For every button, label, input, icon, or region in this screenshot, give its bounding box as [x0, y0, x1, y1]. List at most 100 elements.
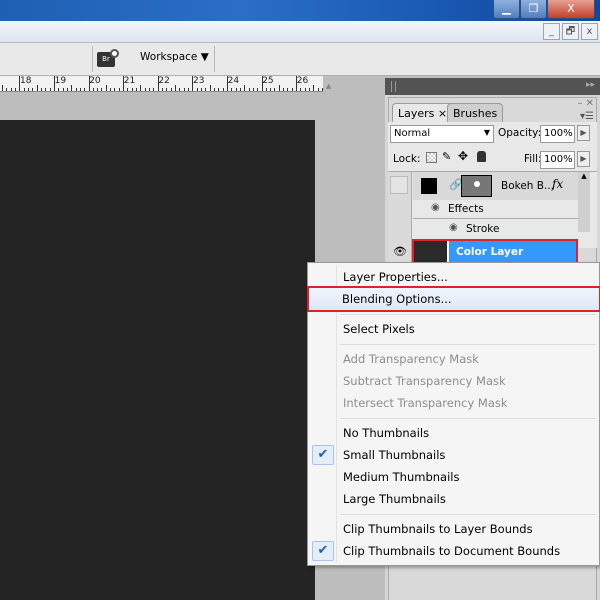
doc-close-button[interactable]: x	[581, 23, 598, 40]
menu-item-intersect-transparency-mask: Intersect Transparency Mask	[343, 396, 508, 410]
doc-restore-button[interactable]: 🗗	[562, 23, 579, 40]
layer-thumbnail	[421, 178, 437, 194]
ruler-tick	[187, 88, 189, 91]
restore-window-button[interactable]: ❐	[520, 0, 547, 19]
close-window-button[interactable]: X	[547, 0, 595, 19]
tab-layers[interactable]: Layers ×	[392, 103, 454, 123]
lock-transparency-icon[interactable]	[426, 152, 437, 163]
doc-minimize-button[interactable]: _	[543, 23, 560, 40]
ruler-tick	[309, 88, 311, 91]
ruler-tick	[274, 88, 276, 91]
menu-separator	[340, 514, 596, 515]
menu-item-select-pixels[interactable]: Select Pixels	[310, 318, 597, 340]
layers-scrollbar[interactable]: ▲	[578, 172, 590, 232]
ruler-tick	[79, 88, 81, 91]
fx-icon[interactable]: fx	[552, 177, 563, 191]
ruler-tick	[6, 88, 8, 91]
stroke-label: Stroke	[466, 223, 500, 235]
menu-item-clip-thumbnails-to-document-bounds[interactable]: Clip Thumbnails to Document Bounds	[310, 540, 597, 562]
ruler-tick	[192, 76, 194, 91]
ruler-tick	[32, 88, 34, 91]
ruler-tick	[127, 88, 129, 91]
ruler-tick	[213, 88, 215, 91]
ruler-tick	[248, 88, 250, 91]
ruler-tick	[209, 85, 211, 91]
scroll-up-arrow[interactable]: ▲	[326, 82, 331, 90]
visibility-toggle[interactable]	[390, 176, 408, 194]
panel-header[interactable]: ▸▸	[385, 78, 600, 95]
ruler-tick	[66, 88, 68, 91]
minimize-window-button[interactable]: ▁	[493, 0, 520, 19]
opacity-input[interactable]: 100%	[540, 125, 575, 143]
lock-brush-icon[interactable]: ✎	[442, 150, 451, 163]
ruler-label: 23	[193, 76, 205, 86]
ruler-tick	[200, 88, 202, 91]
ruler-tick	[257, 88, 259, 91]
menu-item-large-thumbnails[interactable]: Large Thumbnails	[310, 488, 597, 510]
ruler-tick	[231, 88, 233, 91]
menu-item-add-transparency-mask: Add Transparency Mask	[343, 352, 479, 366]
menu-item-blending-options[interactable]: Blending Options...	[307, 286, 600, 312]
eye-icon[interactable]: ◉	[449, 222, 458, 233]
panel-menu-icon[interactable]: ▾☰	[580, 111, 594, 122]
ruler-label: 24	[227, 76, 240, 86]
ruler-tick	[270, 88, 272, 91]
checkmark-icon: ✔	[312, 541, 334, 561]
ruler-tick	[62, 88, 64, 91]
ruler-tick	[226, 76, 228, 91]
ruler-tick	[175, 85, 176, 91]
menu-item-medium-thumbnails[interactable]: Medium Thumbnails	[310, 466, 597, 488]
ruler-tick	[14, 88, 16, 91]
ruler-tick	[265, 88, 267, 91]
collapse-icon[interactable]: ▸▸	[586, 80, 595, 90]
ruler-tick	[92, 88, 94, 91]
ruler-tick	[136, 88, 138, 91]
layer-context-menu: Layer Properties... Blending Options... Se…	[307, 262, 600, 566]
layer-thumbnail	[414, 241, 449, 264]
ruler-tick	[278, 85, 280, 91]
eye-icon[interactable]: ◉	[431, 202, 440, 213]
ruler-label: 20	[89, 76, 101, 86]
stroke-row[interactable]: ◉ Stroke	[413, 219, 578, 239]
blend-mode-select[interactable]: Normal ▼	[390, 125, 494, 143]
lock-all-icon[interactable]	[477, 151, 486, 162]
menu-item-layer-properties[interactable]: Layer Properties...	[310, 266, 597, 288]
fill-slider-button[interactable]: ▶	[577, 151, 590, 167]
lock-move-icon[interactable]: ✥	[458, 149, 468, 163]
eye-icon[interactable]: 👁	[393, 245, 407, 258]
menu-item-clip-thumbnails-to-layer-bounds[interactable]: Clip Thumbnails to Layer Bounds	[310, 518, 597, 540]
panel-close-icon[interactable]: – ✕	[577, 98, 594, 109]
menu-separator	[340, 344, 596, 345]
ruler-label: 26	[296, 76, 309, 86]
menu-item-no-thumbnails[interactable]: No Thumbnails	[310, 422, 597, 444]
ruler-label: 19	[54, 76, 67, 86]
fill-input[interactable]: 100%	[540, 151, 575, 169]
opacity-slider-button[interactable]: ▶	[577, 125, 590, 141]
ruler-tick	[58, 88, 60, 91]
workspace-menu[interactable]: Workspace ▼	[140, 51, 209, 63]
effects-row[interactable]: ◉ Effects	[413, 200, 578, 219]
ruler-tick	[252, 88, 254, 91]
ruler-label: 21	[123, 76, 136, 86]
ruler-tick	[170, 88, 172, 91]
ruler-tick	[36, 85, 38, 91]
ruler-tick	[144, 88, 146, 91]
ruler-tick	[105, 85, 107, 91]
ruler-tick	[196, 88, 198, 91]
ruler-tick	[40, 88, 42, 91]
ruler-tick	[110, 88, 112, 91]
ruler-tick	[75, 88, 77, 91]
layer-row-bokeh[interactable]: 🔗 Bokeh B... fx	[413, 172, 578, 200]
document-canvas[interactable]	[0, 120, 315, 600]
ruler-tick	[162, 88, 164, 91]
ruler-tick	[114, 88, 116, 91]
ruler-tick	[2, 85, 3, 91]
menu-separator	[340, 314, 596, 315]
layer-name: Color Layer	[456, 246, 524, 258]
ruler-tick	[291, 88, 293, 91]
tab-brushes[interactable]: Brushes	[447, 103, 504, 123]
ruler-tick	[123, 76, 125, 91]
lock-label: Lock:	[393, 153, 421, 165]
menu-item-small-thumbnails[interactable]: Small Thumbnails	[310, 444, 597, 466]
ruler-tick	[131, 88, 133, 91]
